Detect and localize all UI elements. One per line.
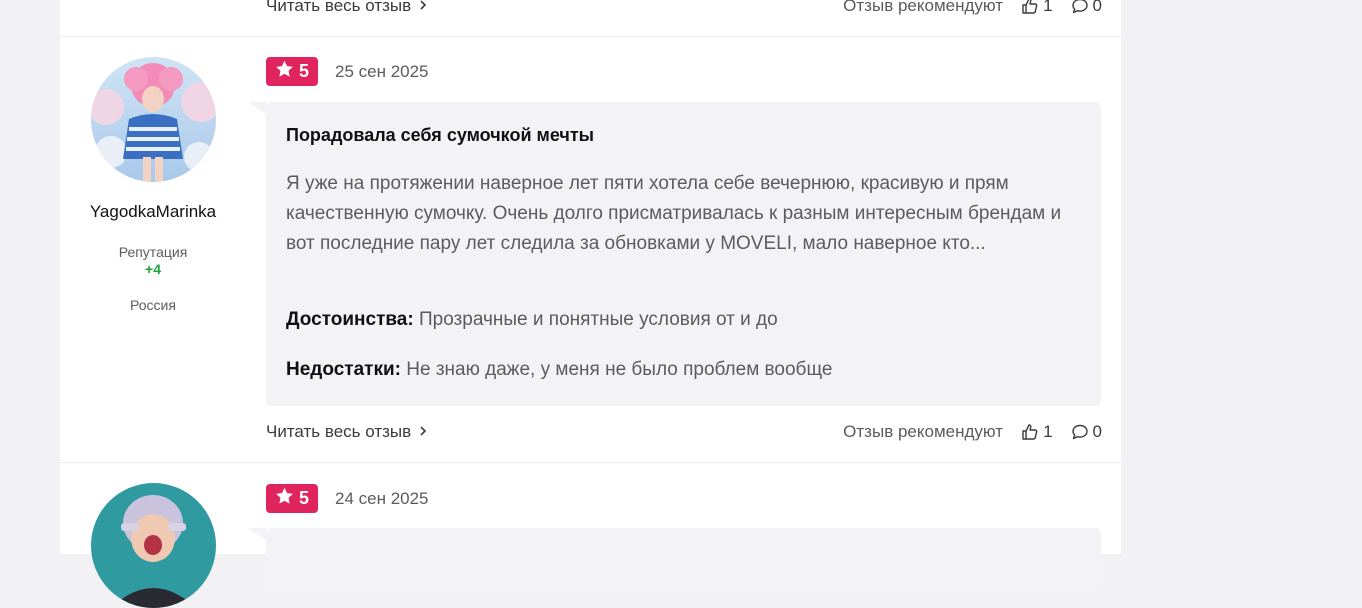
next-review-date: 24 сен 2025 <box>335 489 429 508</box>
like-button[interactable]: 1 <box>1021 0 1053 16</box>
comment-icon <box>1071 0 1089 15</box>
rating-badge: 5 <box>266 57 318 86</box>
cons-label: Недостатки: <box>286 359 401 380</box>
author-country: Россия <box>130 297 176 313</box>
reputation-label: Репутация <box>118 244 188 260</box>
like-count: 1 <box>1043 0 1053 15</box>
comment-count: 0 <box>1092 422 1102 441</box>
read-more-link[interactable]: Читать весь отзыв <box>266 422 427 442</box>
review-date: 25 сен 2025 <box>335 62 429 81</box>
star-icon <box>275 487 294 510</box>
next-review-author <box>60 483 246 608</box>
next-review-body[interactable] <box>248 528 1101 588</box>
review-title[interactable]: Порадовала себя сумочкой мечты <box>286 125 594 146</box>
like-count: 1 <box>1043 422 1053 441</box>
chevron-right-icon <box>419 0 427 16</box>
comment-button[interactable]: 0 <box>1071 0 1102 16</box>
thumbs-up-icon <box>1021 0 1039 15</box>
avatar[interactable] <box>90 57 216 182</box>
review-author: YagodkaMarinka Репутация +4 Россия <box>60 57 246 313</box>
like-button[interactable]: 1 <box>1021 422 1053 442</box>
comment-button[interactable]: 0 <box>1071 422 1102 442</box>
review-cons: Недостатки: Не знаю даже, у меня не было… <box>286 359 832 381</box>
review-footer: Читать весь отзыв Отзыв рекомендуют 1 0 <box>266 420 1102 444</box>
rating-value: 5 <box>298 61 309 81</box>
chevron-right-icon <box>419 422 427 442</box>
cons-text: Не знаю даже, у меня не было проблем воо… <box>406 359 833 380</box>
next-rating-badge: 5 <box>266 484 318 513</box>
comment-count: 0 <box>1092 0 1102 15</box>
divider <box>60 36 1121 37</box>
star-icon <box>275 60 294 83</box>
reputation-value: +4 <box>145 261 161 277</box>
bubble-tail <box>248 102 266 114</box>
pros-text: Прозрачные и понятные условия от и до <box>418 309 778 330</box>
username-link[interactable]: YagodkaMarinka <box>60 202 246 222</box>
prev-read-more-link[interactable]: Читать весь отзыв <box>266 0 427 16</box>
recommend-text: Отзыв рекомендуют <box>843 0 1004 15</box>
read-more-label: Читать весь отзыв <box>266 0 412 15</box>
avatar[interactable] <box>90 483 216 608</box>
pros-label: Достоинства: <box>286 309 414 330</box>
comment-icon <box>1071 423 1089 441</box>
review-pros: Достоинства: Прозрачные и понятные услов… <box>286 309 778 331</box>
bubble-tail <box>248 528 266 540</box>
review-text: Я уже на протяжении наверное лет пяти хо… <box>286 173 1062 254</box>
read-more-label: Читать весь отзыв <box>266 422 412 441</box>
review-body[interactable]: Порадовала себя сумочкой мечты Я уже на … <box>248 102 1101 406</box>
rating-value: 5 <box>298 488 309 508</box>
divider <box>60 462 1121 463</box>
prev-review-footer: Читать весь отзыв Отзыв рекомендуют 1 0 <box>266 0 1102 18</box>
thumbs-up-icon <box>1021 423 1039 441</box>
recommend-text: Отзыв рекомендуют <box>843 422 1004 441</box>
